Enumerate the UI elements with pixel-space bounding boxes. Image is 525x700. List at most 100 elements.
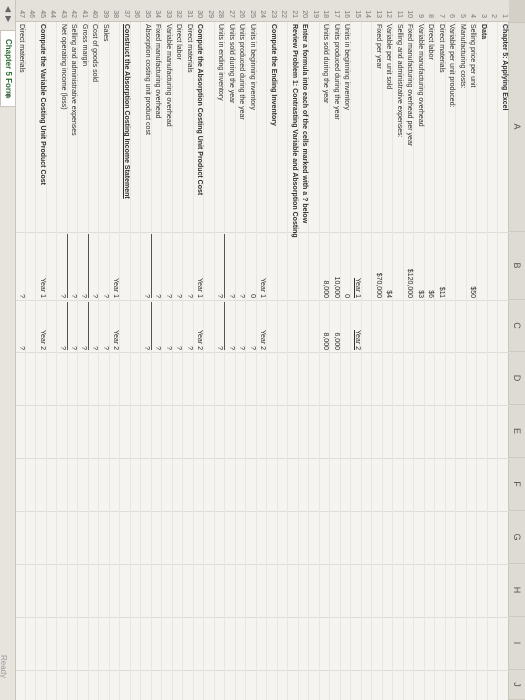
abs-income-row-year1[interactable]: ? [77, 234, 89, 298]
fixed-mfg-overhead-label[interactable]: Fixed manufacturing overhead per year [404, 24, 415, 230]
abs-income-row-year2[interactable]: ? [100, 302, 111, 350]
abs-income-row-label[interactable]: Sales [100, 24, 111, 230]
row-header-38[interactable]: 38 [110, 0, 121, 22]
row-header-24[interactable]: 24 [257, 0, 268, 22]
row-header-35[interactable]: 35 [141, 0, 152, 22]
abs-cost-row-year1[interactable]: ? [173, 234, 184, 298]
ending-inv-row-year2[interactable]: ? [247, 302, 258, 350]
row-header-39[interactable]: 39 [99, 0, 110, 22]
row-header-2[interactable]: 2 [488, 0, 499, 22]
direct-materials-label[interactable]: Direct materials [436, 24, 447, 230]
fixed-mfg-overhead-value[interactable]: $120,000 [404, 234, 415, 298]
select-all-corner[interactable] [509, 0, 525, 23]
review-problem-title[interactable]: Review Problem 1: Contrasting Variable a… [289, 24, 300, 424]
var-mfg-overhead-value[interactable]: $3 [415, 234, 426, 298]
units-row-year1[interactable]: 0 [341, 234, 352, 298]
row-header-20[interactable]: 20 [299, 0, 310, 22]
mfg-costs-label[interactable]: Manufacturing costs: [457, 24, 468, 230]
row-header-40[interactable]: 40 [89, 0, 100, 22]
row-header-25[interactable]: 25 [246, 0, 257, 22]
column-header-a[interactable]: A [509, 22, 525, 232]
abs-cost-row-label[interactable]: Absorption costing unit product cost [142, 24, 153, 230]
units-row-year1[interactable]: 10,000 [331, 234, 342, 298]
row-header-31[interactable]: 31 [183, 0, 194, 22]
sga-label[interactable]: Selling and administrative expenses: [394, 24, 405, 230]
abs-income-year2-header[interactable]: Year 2 [110, 302, 121, 350]
units-row-year2[interactable]: 8,000 [320, 302, 331, 350]
column-header-d[interactable]: D [509, 352, 525, 405]
ending-inv-row-year1[interactable]: ? [236, 234, 247, 298]
abs-income-row-year2[interactable]: ? [56, 302, 68, 350]
abs-income-year1-header[interactable]: Year 1 [110, 234, 121, 298]
row-header-22[interactable]: 22 [278, 0, 289, 22]
column-header-c[interactable]: C [509, 300, 525, 352]
var-cost-row-label[interactable]: Direct materials [16, 24, 27, 230]
prev-sheet-icon[interactable]: ◀ [4, 6, 13, 12]
abs-income-row-year2[interactable]: ? [68, 302, 79, 350]
variable-per-unit-label[interactable]: Variable per unit produced: [446, 24, 457, 230]
var-cost-row-year2[interactable]: ? [16, 302, 27, 350]
abs-cost-row-label[interactable]: Variable manufacturing overhead [163, 24, 174, 230]
ending-inv-row-year2[interactable]: ? [214, 302, 226, 350]
var-cost-year2-header[interactable]: Year 2 [37, 302, 48, 350]
row-header-21[interactable]: 21 [288, 0, 299, 22]
column-header-g[interactable]: G [509, 511, 525, 564]
row-header-45[interactable]: 45 [36, 0, 47, 22]
row-header-23[interactable]: 23 [267, 0, 278, 22]
row-header-36[interactable]: 36 [131, 0, 142, 22]
units-row-year1[interactable]: 8,000 [320, 234, 331, 298]
row-header-12[interactable]: 12 [383, 0, 394, 22]
ending-inv-row-year1[interactable]: ? [214, 234, 226, 298]
abs-cost-row-year1[interactable]: ? [140, 234, 152, 298]
units-year1-header[interactable]: Year 1 [352, 234, 363, 298]
ending-inventory-heading[interactable]: Compute the Ending Inventory [268, 24, 279, 230]
abs-income-row-label[interactable]: Gross margin [79, 24, 90, 230]
abs-cost-row-year2[interactable]: ? [152, 302, 163, 350]
row-header-8[interactable]: 8 [425, 0, 436, 22]
row-header-28[interactable]: 28 [215, 0, 226, 22]
var-cost-row-year1[interactable]: ? [16, 234, 27, 298]
abs-income-row-year2[interactable]: ? [89, 302, 100, 350]
units-year2-header[interactable]: Year 2 [352, 302, 363, 350]
abs-cost-row-label[interactable]: Fixed manufacturing overhead [152, 24, 163, 230]
abs-cost-year1-header[interactable]: Year 1 [194, 234, 205, 298]
ending-inv-row-label[interactable]: Units in beginning inventory [247, 24, 258, 230]
row-header-19[interactable]: 19 [309, 0, 320, 22]
direct-labor-value[interactable]: $6 [425, 234, 436, 298]
column-header-e[interactable]: E [509, 405, 525, 458]
abs-cost-row-year1[interactable]: ? [184, 234, 195, 298]
selling-price-value[interactable]: $50 [467, 234, 478, 298]
column-header-h[interactable]: H [509, 564, 525, 617]
row-header-6[interactable]: 6 [446, 0, 457, 22]
units-row-year2[interactable]: 6,000 [331, 302, 342, 350]
var-cost-year1-header[interactable]: Year 1 [37, 234, 48, 298]
row-header-5[interactable]: 5 [456, 0, 467, 22]
row-header-42[interactable]: 42 [68, 0, 79, 22]
abs-income-row-year1[interactable]: ? [100, 234, 111, 298]
abs-income-row-year1[interactable]: ? [89, 234, 100, 298]
row-header-47[interactable]: 47 [15, 0, 26, 22]
direct-materials-value[interactable]: $11 [436, 234, 447, 298]
absorption-income-heading[interactable]: Construct the Absorption Costing Income … [121, 24, 132, 230]
variable-unit-cost-heading[interactable]: Compute the Variable Costing Unit Produc… [37, 24, 48, 230]
abs-cost-row-year1[interactable]: ? [163, 234, 174, 298]
abs-income-row-year1[interactable]: ? [56, 234, 68, 298]
fixed-per-year-label[interactable]: Fixed per year [373, 24, 384, 230]
ending-inv-row-label[interactable]: Units produced during the year [236, 24, 247, 230]
abs-income-row-year2[interactable]: ? [77, 302, 89, 350]
row-header-9[interactable]: 9 [414, 0, 425, 22]
row-header-29[interactable]: 29 [204, 0, 215, 22]
abs-cost-row-year2[interactable]: ? [140, 302, 152, 350]
column-header-f[interactable]: F [509, 458, 525, 511]
row-header-26[interactable]: 26 [236, 0, 247, 22]
sheet-title[interactable]: Chapter 5: Applying Excel [499, 24, 510, 230]
abs-cost-row-year2[interactable]: ? [163, 302, 174, 350]
row-header-4[interactable]: 4 [467, 0, 478, 22]
abs-cost-row-label[interactable]: Direct materials [184, 24, 195, 230]
ending-inv-row-year1[interactable]: 0 [247, 234, 258, 298]
column-header-b[interactable]: B [509, 232, 525, 300]
abs-income-row-year1[interactable]: ? [68, 234, 79, 298]
ending-inv-row-label[interactable]: Units in ending inventory [215, 24, 226, 230]
units-row-label[interactable]: Units sold during the year [320, 24, 331, 230]
absorption-unit-cost-heading[interactable]: Compute the Absorption Costing Unit Prod… [194, 24, 205, 230]
